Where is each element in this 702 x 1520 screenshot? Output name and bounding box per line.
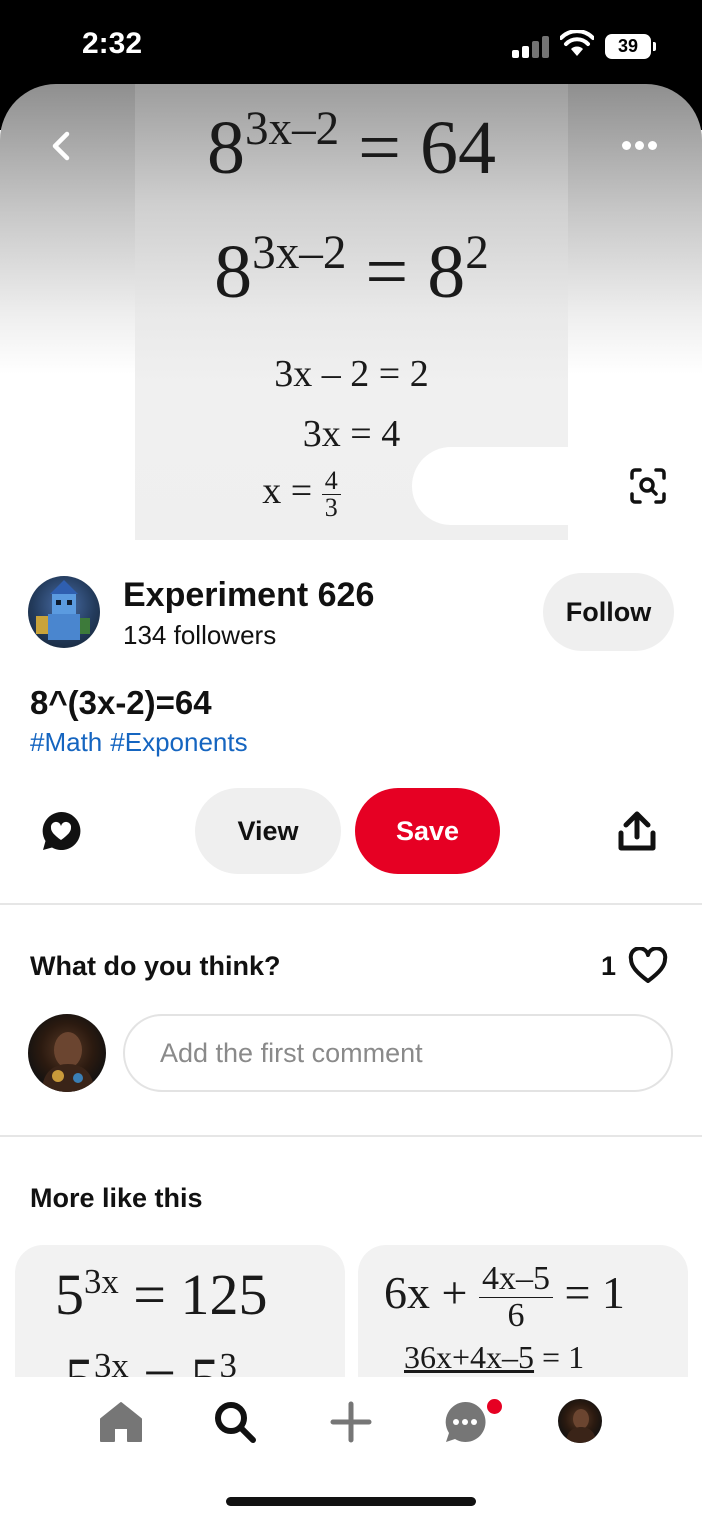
- related-pin-card[interactable]: 53x = 125 53x = 53: [15, 1245, 345, 1385]
- related-pin-card[interactable]: 6x + 4x–5 6 = 1 36x+4x–5 = 1: [358, 1245, 688, 1385]
- heart-icon[interactable]: [628, 947, 668, 985]
- cellular-signal-icon: [512, 36, 550, 58]
- profile-avatar-tab[interactable]: [558, 1399, 602, 1443]
- section-divider: [0, 1135, 702, 1137]
- more-like-this-heading: More like this: [30, 1183, 203, 1213]
- messages-icon[interactable]: [442, 1399, 488, 1445]
- home-icon[interactable]: [98, 1399, 144, 1445]
- wifi-icon: [560, 30, 594, 56]
- visual-search-icon[interactable]: [628, 466, 668, 506]
- equation-line: 83x–2 = 64: [206, 103, 497, 191]
- card-equation: 36x+4x–5 = 1: [404, 1339, 585, 1375]
- card-equation: 6x + 4x–5 6 = 1: [384, 1260, 625, 1334]
- home-indicator: [226, 1497, 476, 1506]
- section-divider: [0, 903, 702, 905]
- share-icon[interactable]: [618, 811, 656, 851]
- hashtag-link[interactable]: #Math: [30, 727, 102, 757]
- pin-title: 8^(3x-2)=64: [30, 684, 212, 721]
- follow-button[interactable]: Follow: [543, 573, 674, 651]
- hashtag-link[interactable]: #Exponents: [110, 727, 247, 757]
- action-row: View Save: [0, 788, 702, 874]
- image-overlay-pill: [412, 447, 612, 525]
- equation-line: 83x–2 = 82: [214, 227, 489, 315]
- pin-image-area[interactable]: 83x–2 = 64 83x–2 = 82 3x – 2 = 2 3x = 4 …: [0, 84, 702, 544]
- creator-name[interactable]: Experiment 626: [123, 576, 374, 615]
- creator-followers: 134 followers: [123, 620, 277, 650]
- user-avatar: [28, 1014, 106, 1092]
- more-icon[interactable]: [620, 136, 660, 156]
- status-time: 2:32: [82, 27, 143, 60]
- comment-icon[interactable]: [40, 810, 82, 852]
- comments-heading: What do you think?: [30, 951, 281, 981]
- plus-icon[interactable]: [328, 1399, 374, 1445]
- back-icon[interactable]: [42, 126, 82, 166]
- save-button[interactable]: Save: [355, 788, 500, 874]
- equation-line: 3x – 2 = 2: [274, 353, 429, 395]
- search-icon[interactable]: [212, 1399, 258, 1445]
- creator-row: Experiment 626 134 followers Follow: [28, 573, 674, 656]
- comment-input[interactable]: [123, 1014, 673, 1092]
- card-equation: 53x = 125: [55, 1262, 268, 1327]
- notification-dot: [487, 1399, 502, 1414]
- view-button[interactable]: View: [195, 788, 341, 874]
- hashtags: #Math #Exponents: [30, 727, 256, 758]
- like-count: 1: [601, 951, 617, 981]
- battery-indicator: 39: [605, 34, 656, 59]
- creator-avatar[interactable]: [28, 576, 100, 648]
